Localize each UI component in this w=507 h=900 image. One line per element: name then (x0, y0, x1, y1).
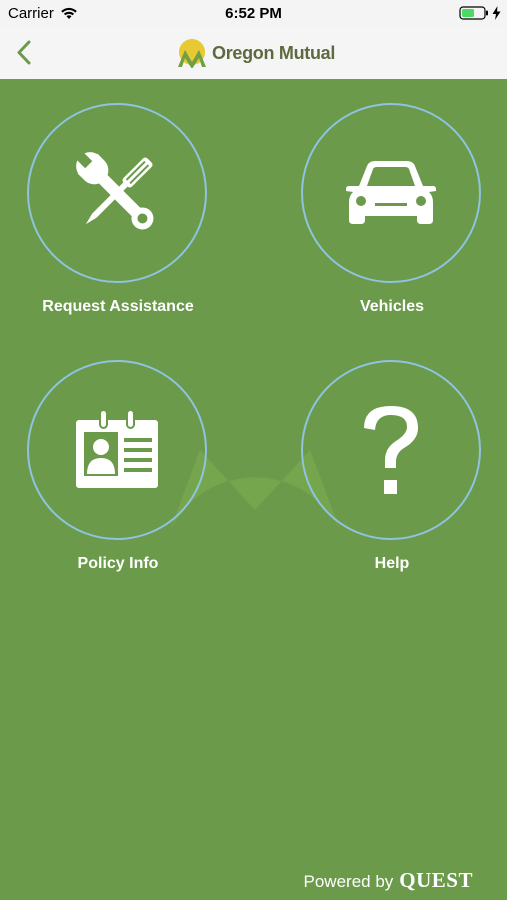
powered-by-footer: Powered by QUEST (304, 868, 473, 893)
car-icon (346, 161, 436, 224)
battery-icon (459, 6, 488, 20)
tile-help[interactable]: Help (277, 360, 507, 590)
policy-info-circle (27, 360, 207, 540)
tile-vehicles[interactable]: Vehicles (277, 103, 507, 333)
back-button[interactable] (12, 38, 42, 68)
status-bar: Carrier 6:52 PM (0, 0, 507, 28)
charging-bolt-icon (492, 6, 501, 20)
vehicles-circle (301, 103, 481, 283)
tile-label: Policy Info (77, 555, 159, 572)
request-assistance-circle (27, 103, 207, 283)
quest-logo: QUEST (399, 868, 473, 892)
battery-group (459, 6, 501, 20)
mountain-sun-logo (178, 39, 206, 68)
nav-bar: Oregon Mutual (0, 28, 507, 79)
tile-label: Vehicles (359, 298, 425, 315)
brand-logo: Oregon Mutual (176, 38, 335, 68)
brand-name: Oregon Mutual (212, 42, 336, 63)
tile-label: Request Assistance (42, 298, 194, 315)
help-circle (301, 360, 481, 540)
chevron-left-icon (17, 40, 31, 65)
tile-label: Help (374, 555, 410, 572)
tile-policy-info[interactable]: Policy Info (3, 360, 233, 590)
id-card-icon (76, 409, 158, 488)
tile-request-assistance[interactable]: Request Assistance (3, 103, 233, 333)
tools-icon (73, 149, 154, 230)
powered-by-text: Powered by (303, 872, 394, 891)
question-mark-icon (364, 406, 418, 494)
status-time: 6:52 PM (225, 5, 282, 22)
